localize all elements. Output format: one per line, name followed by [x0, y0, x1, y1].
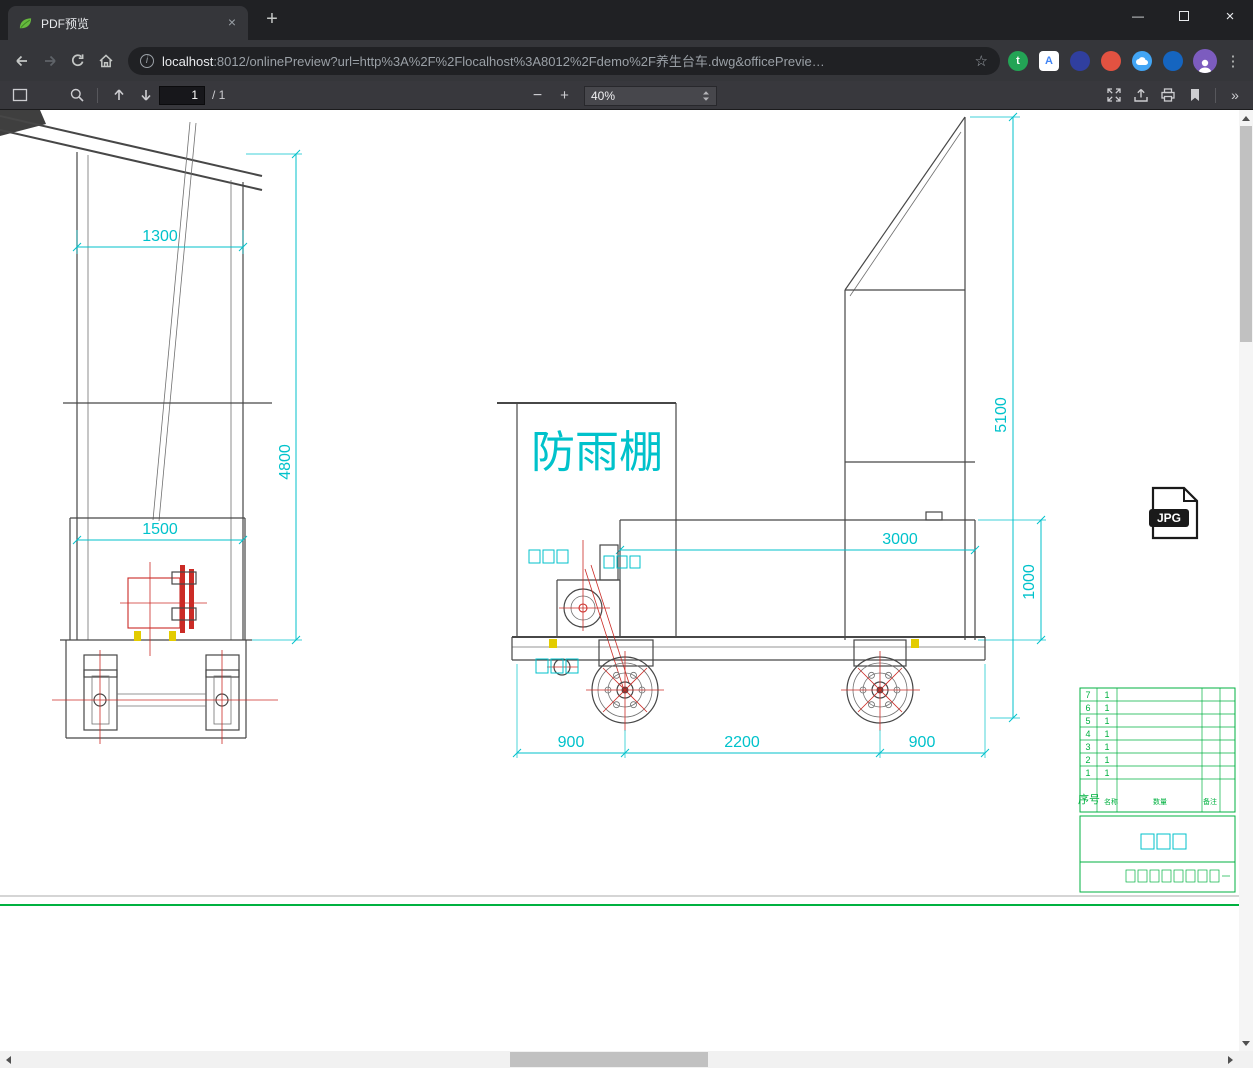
- title-block-col-note: 备注: [1203, 797, 1217, 806]
- dim-4800: 4800: [277, 444, 294, 480]
- browser-menu-icon[interactable]: ⋮: [1221, 52, 1245, 70]
- browser-navbar: i localhost:8012/onlinePreview?url=http%…: [0, 40, 1253, 81]
- svg-text:5: 5: [1085, 716, 1090, 726]
- svg-text:1: 1: [1104, 729, 1109, 739]
- dim-3000: 3000: [882, 531, 918, 548]
- scrollbar-corner: [1239, 1051, 1253, 1068]
- svg-text:4: 4: [1085, 729, 1090, 739]
- select-arrows-icon: [703, 90, 709, 101]
- page-bottom-lines: [0, 895, 1239, 906]
- open-file-button[interactable]: [1127, 83, 1154, 108]
- url-host: localhost: [162, 54, 214, 69]
- search-button[interactable]: [63, 83, 90, 108]
- reload-button[interactable]: [64, 47, 92, 75]
- previous-page-button[interactable]: [105, 83, 132, 108]
- svg-text:1: 1: [1085, 768, 1090, 778]
- extension-icon-3[interactable]: [1070, 50, 1090, 71]
- url-text: localhost:8012/onlinePreview?url=http%3A…: [162, 51, 967, 70]
- pdf-toolbar: / 1 − + 40% »: [0, 81, 1253, 110]
- svg-text:6: 6: [1085, 703, 1090, 713]
- svg-text:1: 1: [1104, 690, 1109, 700]
- extension-icon-6[interactable]: [1163, 50, 1183, 71]
- zoom-in-button[interactable]: +: [551, 83, 578, 108]
- svg-text:1: 1: [1104, 703, 1109, 713]
- url-rest: :8012/onlinePreview?url=http%3A%2F%2Floc…: [213, 54, 825, 69]
- new-tab-button[interactable]: +: [258, 6, 286, 34]
- tab-close-icon[interactable]: ×: [224, 15, 240, 31]
- print-button[interactable]: [1154, 83, 1181, 108]
- toolbar-separator: [1215, 87, 1216, 103]
- browser-window: PDF预览 × + — × i localhost:8012/onlinePre…: [0, 0, 1253, 1079]
- tab-favicon-leaf-icon: [18, 16, 33, 31]
- svg-text:1: 1: [1104, 768, 1109, 778]
- minimize-button[interactable]: —: [1115, 0, 1161, 32]
- toolbar-separator: [97, 87, 98, 103]
- zoom-out-button[interactable]: −: [524, 83, 551, 108]
- svg-text:1: 1: [1104, 716, 1109, 726]
- horizontal-scrollbar-thumb[interactable]: [510, 1052, 708, 1067]
- bookmark-star-icon[interactable]: ☆: [975, 52, 988, 70]
- scroll-right-arrow[interactable]: [1222, 1051, 1239, 1068]
- back-button[interactable]: [8, 47, 36, 75]
- profile-avatar[interactable]: [1193, 48, 1217, 73]
- maximize-icon: [1179, 11, 1189, 21]
- zoom-controls: − + 40%: [524, 83, 717, 108]
- dim-1000: 1000: [1021, 564, 1038, 600]
- next-page-button[interactable]: [132, 83, 159, 108]
- cad-drawing: 1300 4800 1500 防雨棚 3000 1000 5100 900 22…: [0, 110, 1239, 906]
- toolbar-right-group: »: [1100, 83, 1247, 108]
- browser-titlebar: PDF预览 × + — ×: [0, 0, 1253, 40]
- dim-5100: 5100: [993, 397, 1010, 433]
- extension-icon-translate[interactable]: A: [1039, 50, 1059, 71]
- close-button[interactable]: ×: [1207, 0, 1253, 32]
- title-block-col-seq: 序号: [1078, 792, 1100, 806]
- browser-tab[interactable]: PDF预览 ×: [8, 6, 248, 40]
- site-info-icon[interactable]: i: [140, 53, 154, 68]
- extension-icon-4[interactable]: [1101, 50, 1121, 71]
- canopy-label: 防雨棚: [531, 428, 663, 477]
- page-total-label: / 1: [212, 88, 226, 102]
- tab-title: PDF预览: [41, 16, 90, 31]
- home-button[interactable]: [92, 47, 120, 75]
- scroll-left-arrow[interactable]: [0, 1051, 17, 1068]
- horizontal-scrollbar[interactable]: [0, 1051, 1239, 1068]
- dim-1500: 1500: [142, 521, 178, 538]
- vertical-scrollbar[interactable]: [1239, 110, 1253, 1051]
- forward-button[interactable]: [36, 47, 64, 75]
- jpg-file-icon: JPG: [1149, 486, 1199, 540]
- zoom-select[interactable]: 40%: [584, 85, 717, 106]
- dim-900-left: 900: [558, 734, 585, 751]
- title-block-col-name: 名称: [1104, 797, 1118, 806]
- address-bar[interactable]: i localhost:8012/onlinePreview?url=http%…: [128, 46, 1000, 75]
- title-block-col-qty: 数量: [1153, 797, 1167, 806]
- dim-900-right: 900: [909, 734, 936, 751]
- scroll-up-arrow[interactable]: [1239, 110, 1253, 126]
- extensions-area: t A: [1008, 50, 1183, 71]
- bookmark-button[interactable]: [1181, 83, 1208, 108]
- svg-text:7: 7: [1085, 690, 1090, 700]
- extension-icon-1[interactable]: t: [1008, 50, 1028, 71]
- title-block-row-numbers: 7 6 5 4 3 2 1 1 1 1 1 1 1 1: [1085, 690, 1109, 778]
- presentation-mode-button[interactable]: [1100, 83, 1127, 108]
- side-view: 防雨棚 3000 1000 5100 900 2200 900: [497, 112, 1046, 758]
- front-view: 1300 4800 1500: [0, 110, 302, 744]
- dim-2200: 2200: [724, 734, 760, 751]
- svg-text:1: 1: [1104, 755, 1109, 765]
- svg-text:2: 2: [1085, 755, 1090, 765]
- scroll-down-arrow[interactable]: [1239, 1035, 1253, 1051]
- jpg-label: JPG: [1157, 511, 1181, 525]
- extension-icon-cloud[interactable]: [1132, 50, 1152, 71]
- page-number-input[interactable]: [159, 85, 205, 105]
- vertical-scrollbar-thumb[interactable]: [1240, 126, 1252, 342]
- toolbar-overflow-button[interactable]: »: [1223, 87, 1247, 103]
- sidebar-toggle-button[interactable]: [6, 83, 33, 108]
- zoom-value: 40%: [591, 88, 616, 103]
- svg-text:1: 1: [1104, 742, 1109, 752]
- window-controls: — ×: [1115, 0, 1253, 32]
- dim-1300: 1300: [142, 228, 178, 245]
- maximize-button[interactable]: [1161, 0, 1207, 32]
- svg-text:3: 3: [1085, 742, 1090, 752]
- title-block-table: 7 6 5 4 3 2 1 1 1 1 1 1 1 1 序号 名称 数量 备注: [1078, 687, 1236, 893]
- pdf-page-view[interactable]: 1300 4800 1500 防雨棚 3000 1000 5100 900 22…: [0, 110, 1253, 1079]
